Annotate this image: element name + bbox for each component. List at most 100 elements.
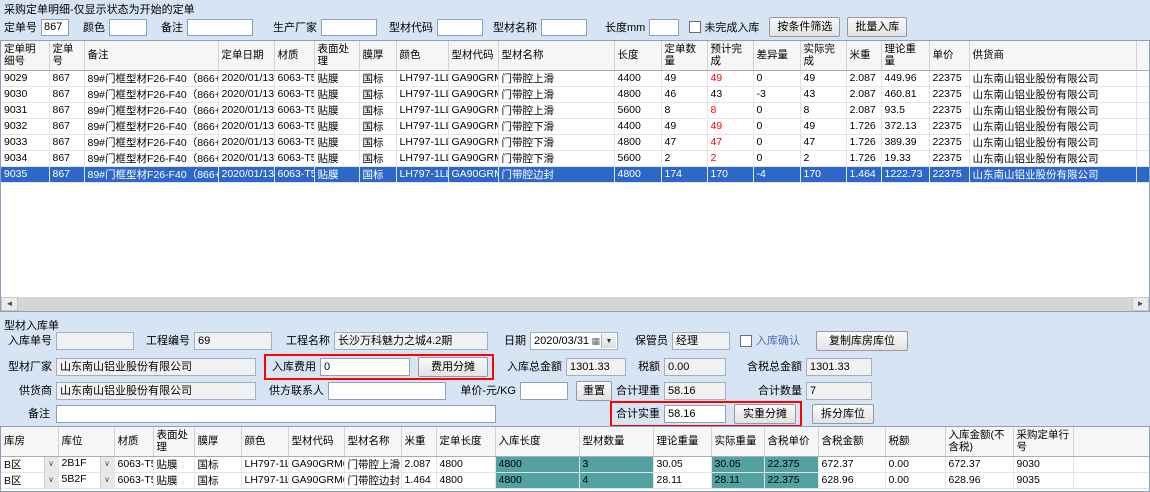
scroll-left-icon[interactable]: ◄	[1, 297, 18, 311]
cell[interactable]: 1.464	[401, 472, 436, 488]
cell[interactable]: 672.37	[945, 456, 1013, 472]
cell[interactable]: 47	[661, 134, 707, 150]
cell[interactable]: 8	[707, 102, 753, 118]
table-row[interactable]: 903186789#门框型材F26-F40（866+867）2020/01/13…	[1, 102, 1150, 118]
column-header[interactable]: 定单长度	[436, 427, 495, 456]
cell[interactable]	[1136, 102, 1150, 118]
cell[interactable]: 174	[661, 166, 707, 182]
cell[interactable]: 国标	[359, 150, 396, 166]
cell[interactable]: 49	[661, 118, 707, 134]
cell[interactable]: 170	[707, 166, 753, 182]
column-header[interactable]: 入库金额(不含税)	[945, 427, 1013, 456]
cell[interactable]: 47	[707, 134, 753, 150]
cell[interactable]: 4800	[495, 456, 579, 472]
column-header[interactable]: 供货商	[969, 41, 1136, 70]
cell[interactable]: 2	[707, 150, 753, 166]
cell[interactable]: 49	[661, 70, 707, 86]
cell[interactable]: 0	[753, 134, 800, 150]
cell[interactable]: 43	[800, 86, 846, 102]
date-dropdown-icon[interactable]: ▼	[601, 334, 616, 348]
tax-total-field[interactable]: 1301.33	[806, 358, 872, 376]
cell[interactable]: 6063-T5	[274, 70, 314, 86]
total-quantity-field[interactable]: 7	[806, 382, 872, 400]
cell[interactable]: 6063-T5	[274, 86, 314, 102]
cell[interactable]: 国标	[359, 102, 396, 118]
unfinished-inbound-checkbox[interactable]	[689, 21, 701, 33]
cell[interactable]: 3	[579, 456, 653, 472]
cell[interactable]	[1136, 166, 1150, 182]
cell[interactable]: 19.33	[881, 150, 929, 166]
cell[interactable]	[1136, 134, 1150, 150]
cell[interactable]: 6063-T5	[114, 456, 153, 472]
cell[interactable]: 2	[800, 150, 846, 166]
cell[interactable]: 贴膜	[314, 134, 359, 150]
cell[interactable]: 22375	[929, 118, 969, 134]
cell[interactable]: 2020/01/13	[218, 118, 274, 134]
cell[interactable]: 门带腔上滑	[344, 456, 401, 472]
cell[interactable]: 867	[49, 150, 84, 166]
column-header[interactable]: 理论重量	[881, 41, 929, 70]
cell[interactable]: 9032	[1, 118, 49, 134]
cell[interactable]: 0	[753, 150, 800, 166]
cell[interactable]: 22375	[929, 134, 969, 150]
column-header[interactable]: 型材名称	[344, 427, 401, 456]
cell[interactable]: 22.375	[764, 456, 818, 472]
tax-field[interactable]: 0.00	[664, 358, 726, 376]
cell[interactable]: 国标	[194, 472, 241, 488]
cell[interactable]: -4	[753, 166, 800, 182]
cell[interactable]: 1.726	[846, 134, 881, 150]
scrollbar-track[interactable]	[18, 297, 1132, 311]
cell[interactable]: LH797-1LL0	[396, 134, 448, 150]
supplier-field[interactable]: 山东南山铝业股份有限公司	[56, 382, 256, 400]
manufacturer-filter-input[interactable]	[321, 19, 377, 36]
cell[interactable]: 89#门框型材F26-F40（866+867）	[84, 166, 218, 182]
column-header[interactable]: 实际完成	[800, 41, 846, 70]
cell[interactable]: 门带腔边封	[344, 472, 401, 488]
cell[interactable]: 贴膜	[314, 166, 359, 182]
cell[interactable]: 2020/01/13	[218, 102, 274, 118]
cell[interactable]: 1222.73	[881, 166, 929, 182]
remark-input[interactable]	[56, 405, 496, 423]
cell[interactable]: 门带腔下滑	[498, 118, 614, 134]
cell[interactable]: 国标	[359, 70, 396, 86]
cell[interactable]	[1136, 150, 1150, 166]
column-header[interactable]: 颜色	[241, 427, 288, 456]
cell[interactable]: 49	[707, 70, 753, 86]
cell[interactable]: 山东南山铝业股份有限公司	[969, 102, 1136, 118]
cell[interactable]: GA90GRM05	[448, 166, 498, 182]
column-header[interactable]: 定单明细号	[1, 41, 49, 70]
column-header[interactable]: 型材名称	[498, 41, 614, 70]
cell[interactable]: 4800	[614, 134, 661, 150]
cell[interactable]: 门带腔边封	[498, 166, 614, 182]
order-no-input[interactable]	[41, 19, 69, 36]
cell[interactable]: LH797-1LL0	[396, 150, 448, 166]
cell[interactable]: ∨B区	[1, 472, 58, 488]
cell[interactable]: 628.96	[945, 472, 1013, 488]
cell[interactable]: 9034	[1, 150, 49, 166]
cell[interactable]: 9029	[1, 70, 49, 86]
cell[interactable]: GA90GRM03	[448, 70, 498, 86]
cell[interactable]: ∨B区	[1, 456, 58, 472]
cell[interactable]: 867	[49, 102, 84, 118]
cell[interactable]: 8	[661, 102, 707, 118]
cell[interactable]	[1136, 86, 1150, 102]
cell[interactable]: 2.087	[846, 70, 881, 86]
cell[interactable]: LH797-1LL0	[396, 70, 448, 86]
column-header[interactable]: 膜厚	[194, 427, 241, 456]
column-header[interactable]: 米重	[846, 41, 881, 70]
cell[interactable]: 4800	[614, 166, 661, 182]
cell[interactable]: 30.05	[711, 456, 764, 472]
cell[interactable]: 4400	[614, 118, 661, 134]
cell[interactable]: 2.087	[846, 102, 881, 118]
cell[interactable]: 4800	[436, 472, 495, 488]
cell[interactable]: 山东南山铝业股份有限公司	[969, 86, 1136, 102]
cell[interactable]: 2.087	[846, 86, 881, 102]
cell[interactable]: 8	[800, 102, 846, 118]
column-header[interactable]: 材质	[114, 427, 153, 456]
combo-dropdown-icon[interactable]: ∨	[44, 472, 58, 488]
cell[interactable]: 国标	[359, 134, 396, 150]
cell[interactable]: 22375	[929, 150, 969, 166]
column-header[interactable]	[1136, 41, 1150, 70]
cell[interactable]: 9030	[1, 86, 49, 102]
cell[interactable]: 国标	[359, 86, 396, 102]
